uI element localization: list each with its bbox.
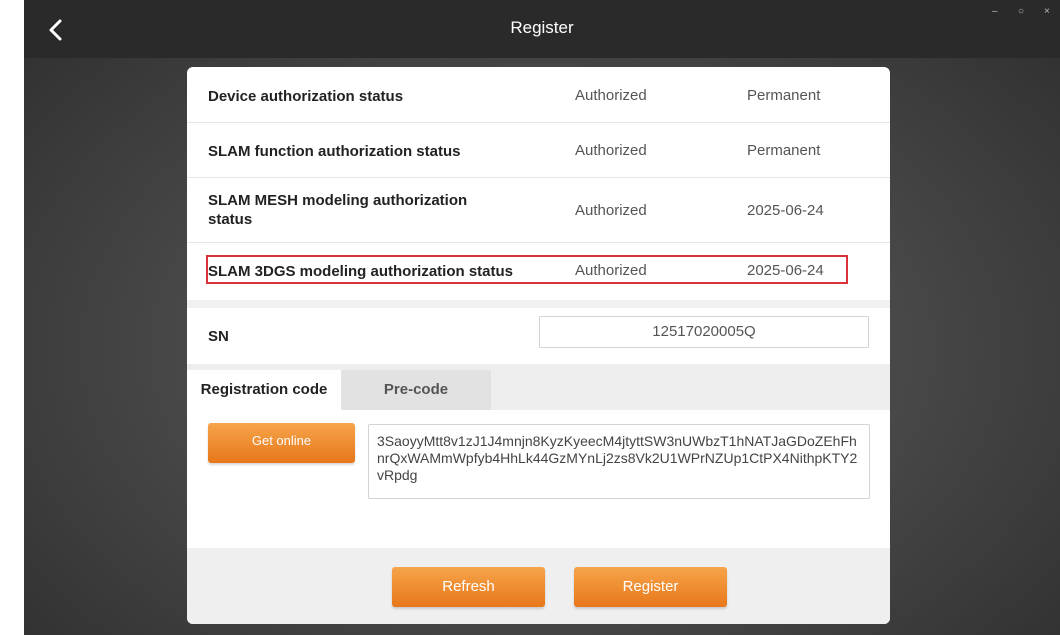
status-expiry: Permanent (747, 87, 821, 104)
status-expiry: Permanent (747, 142, 821, 159)
section-divider (187, 300, 890, 308)
status-label: Device authorization status (208, 88, 404, 105)
status-value: Authorized (575, 202, 647, 219)
close-button[interactable]: × (1044, 6, 1050, 17)
register-button[interactable]: Register (574, 567, 727, 607)
footer-bar: Refresh Register (187, 548, 890, 624)
refresh-button[interactable]: Refresh (392, 567, 545, 607)
get-online-button[interactable]: Get online (208, 423, 355, 463)
restore-button[interactable]: ○ (1018, 6, 1024, 17)
status-expiry: 2025-06-24 (747, 202, 824, 219)
register-panel: Device authorization status Authorized P… (187, 67, 890, 624)
status-row-slam-function: SLAM function authorization status Autho… (187, 122, 890, 178)
status-value: Authorized (575, 142, 647, 159)
status-label: SLAM function authorization status (208, 143, 461, 160)
app-window: Register – ○ × Device authorization stat… (24, 0, 1060, 635)
status-row-slam-mesh: SLAM MESH modeling authorization status … (187, 177, 890, 243)
page-title: Register (510, 18, 574, 37)
tab-bar: Registration code Pre-code (187, 364, 890, 410)
status-value: Authorized (575, 87, 647, 104)
minimize-button[interactable]: – (992, 6, 998, 17)
tab-registration-code[interactable]: Registration code (187, 370, 341, 410)
sn-row: SN 12517020005Q (187, 308, 890, 364)
highlight-box (206, 255, 848, 284)
tab-pre-code[interactable]: Pre-code (341, 370, 491, 410)
status-label: SLAM MESH modeling authorization status (208, 192, 468, 228)
title-bar: Register – ○ × (24, 0, 1060, 58)
sn-field: 12517020005Q (539, 316, 869, 348)
status-row-device: Device authorization status Authorized P… (187, 67, 890, 123)
registration-code-field[interactable]: 3SaoyyMtt8v1zJ1J4mnjn8KyzKyeecM4jtyttSW3… (368, 424, 870, 499)
sn-label: SN (208, 328, 229, 345)
